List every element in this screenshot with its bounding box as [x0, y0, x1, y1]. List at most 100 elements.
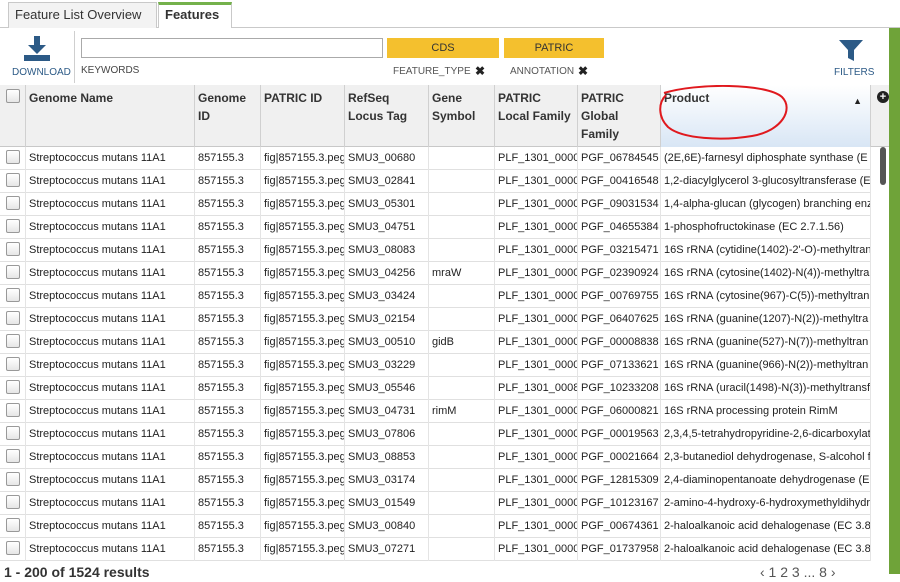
cell-genome-name: Streptococcus mutans 11A1	[26, 147, 195, 170]
filter-chip-patric[interactable]: PATRIC	[504, 38, 604, 58]
add-column-icon[interactable]: +	[877, 91, 889, 103]
row-checkbox[interactable]	[6, 449, 20, 463]
table-row[interactable]: Streptococcus mutans 11A1 857155.3 fig|857…	[0, 262, 871, 285]
column-header-product[interactable]: Product ▲	[661, 85, 871, 147]
cell-product: 1,4-alpha-glucan (glycogen) branching en…	[661, 193, 871, 216]
cell-product: 16S rRNA (uracil(1498)-N(3))-methyltrans…	[661, 377, 871, 400]
table-row[interactable]: Streptococcus mutans 11A1 857155.3 fig|857…	[0, 193, 871, 216]
column-header-patric-global-family[interactable]: PATRIC Global Family	[578, 85, 661, 147]
select-all-checkbox[interactable]	[6, 89, 20, 103]
cell-genome-name: Streptococcus mutans 11A1	[26, 216, 195, 239]
cell-patric-id: fig|857155.3.peg	[261, 469, 345, 492]
table-row[interactable]: Streptococcus mutans 11A1 857155.3 fig|857…	[0, 285, 871, 308]
row-checkbox[interactable]	[6, 495, 20, 509]
cell-refseq-locus-tag: SMU3_02841	[345, 170, 429, 193]
vertical-scrollbar[interactable]	[877, 147, 889, 574]
cell-refseq-locus-tag: SMU3_08083	[345, 239, 429, 262]
keywords-input[interactable]	[81, 38, 383, 58]
cell-gene-symbol	[429, 354, 495, 377]
table-row[interactable]: Streptococcus mutans 11A1 857155.3 fig|857…	[0, 446, 871, 469]
cell-patric-local-family: PLF_1301_0000	[495, 262, 578, 285]
cell-patric-id: fig|857155.3.peg	[261, 354, 345, 377]
scrollbar-thumb[interactable]	[880, 147, 886, 185]
cell-product: 1-phosphofructokinase (EC 2.7.1.56)	[661, 216, 871, 239]
row-checkbox[interactable]	[6, 426, 20, 440]
tab-features[interactable]: Features	[158, 2, 232, 29]
filters-label[interactable]: FILTERS	[834, 67, 874, 78]
row-checkbox[interactable]	[6, 541, 20, 555]
table-row[interactable]: Streptococcus mutans 11A1 857155.3 fig|857…	[0, 354, 871, 377]
cell-product: 2,3-butanediol dehydrogenase, S-alcohol …	[661, 446, 871, 469]
row-checkbox[interactable]	[6, 472, 20, 486]
table-row[interactable]: Streptococcus mutans 11A1 857155.3 fig|857…	[0, 377, 871, 400]
table-row[interactable]: Streptococcus mutans 11A1 857155.3 fig|857…	[0, 216, 871, 239]
cell-gene-symbol: gidB	[429, 331, 495, 354]
column-header-patric-local-family[interactable]: PATRIC Local Family	[495, 85, 578, 147]
pagination[interactable]: ‹ 1 2 3 ... 8 ›	[760, 564, 835, 580]
cell-genome-id: 857155.3	[195, 262, 261, 285]
cell-product: 16S rRNA processing protein RimM	[661, 400, 871, 423]
row-checkbox[interactable]	[6, 173, 20, 187]
row-checkbox[interactable]	[6, 518, 20, 532]
column-header-gene-symbol[interactable]: Gene Symbol	[429, 85, 495, 147]
table-row[interactable]: Streptococcus mutans 11A1 857155.3 fig|857…	[0, 331, 871, 354]
cell-genome-id: 857155.3	[195, 515, 261, 538]
cell-genome-id: 857155.3	[195, 423, 261, 446]
row-checkbox[interactable]	[6, 219, 20, 233]
tab-feature-list-overview[interactable]: Feature List Overview	[8, 2, 157, 28]
cell-gene-symbol	[429, 515, 495, 538]
row-checkbox[interactable]	[6, 196, 20, 210]
column-header-patric-id[interactable]: PATRIC ID	[261, 85, 345, 147]
cell-patric-local-family: PLF_1301_0000	[495, 400, 578, 423]
table-row[interactable]: Streptococcus mutans 11A1 857155.3 fig|857…	[0, 538, 871, 561]
column-header-refseq-locus-tag[interactable]: RefSeq Locus Tag	[345, 85, 429, 147]
column-header-genome-name[interactable]: Genome Name	[26, 85, 195, 147]
table-row[interactable]: Streptococcus mutans 11A1 857155.3 fig|857…	[0, 469, 871, 492]
cell-patric-local-family: PLF_1301_0000	[495, 193, 578, 216]
row-checkbox[interactable]	[6, 334, 20, 348]
cell-genome-name: Streptococcus mutans 11A1	[26, 354, 195, 377]
remove-filter-annotation-icon[interactable]: ✖	[578, 64, 588, 78]
download-icon[interactable]	[22, 35, 52, 63]
grid-header: Genome Name Genome ID PATRIC ID RefSeq L…	[0, 85, 889, 147]
row-select-cell	[0, 400, 26, 423]
row-checkbox[interactable]	[6, 380, 20, 394]
cell-patric-global-family: PGF_00019563	[578, 423, 661, 446]
cell-patric-global-family: PGF_03215471	[578, 239, 661, 262]
cell-genome-name: Streptococcus mutans 11A1	[26, 239, 195, 262]
filter-chip-cds[interactable]: CDS	[387, 38, 499, 58]
row-checkbox[interactable]	[6, 357, 20, 371]
table-row[interactable]: Streptococcus mutans 11A1 857155.3 fig|857…	[0, 423, 871, 446]
column-header-genome-id[interactable]: Genome ID	[195, 85, 261, 147]
cell-gene-symbol: mraW	[429, 262, 495, 285]
row-checkbox[interactable]	[6, 150, 20, 164]
row-checkbox[interactable]	[6, 242, 20, 256]
cell-patric-id: fig|857155.3.peg	[261, 400, 345, 423]
table-row[interactable]: Streptococcus mutans 11A1 857155.3 fig|857…	[0, 492, 871, 515]
row-select-cell	[0, 469, 26, 492]
row-checkbox[interactable]	[6, 265, 20, 279]
table-row[interactable]: Streptococcus mutans 11A1 857155.3 fig|857…	[0, 400, 871, 423]
row-checkbox[interactable]	[6, 311, 20, 325]
row-checkbox[interactable]	[6, 288, 20, 302]
filter-chip-label-annotation: ANNOTATION	[510, 66, 575, 77]
table-row[interactable]: Streptococcus mutans 11A1 857155.3 fig|857…	[0, 515, 871, 538]
table-row[interactable]: Streptococcus mutans 11A1 857155.3 fig|857…	[0, 308, 871, 331]
table-row[interactable]: Streptococcus mutans 11A1 857155.3 fig|857…	[0, 147, 871, 170]
cell-gene-symbol	[429, 492, 495, 515]
cell-patric-id: fig|857155.3.peg	[261, 538, 345, 561]
sort-ascending-icon[interactable]: ▲	[853, 92, 862, 110]
cell-refseq-locus-tag: SMU3_07271	[345, 538, 429, 561]
cell-patric-global-family: PGF_02390924	[578, 262, 661, 285]
table-row[interactable]: Streptococcus mutans 11A1 857155.3 fig|857…	[0, 170, 871, 193]
cell-patric-id: fig|857155.3.peg	[261, 239, 345, 262]
row-checkbox[interactable]	[6, 403, 20, 417]
cell-product: 2,4-diaminopentanoate dehydrogenase (E	[661, 469, 871, 492]
download-label[interactable]: DOWNLOAD	[12, 67, 71, 78]
remove-filter-feature-type-icon[interactable]: ✖	[475, 64, 485, 78]
cell-refseq-locus-tag: SMU3_03229	[345, 354, 429, 377]
table-row[interactable]: Streptococcus mutans 11A1 857155.3 fig|857…	[0, 239, 871, 262]
cell-genome-id: 857155.3	[195, 492, 261, 515]
cell-genome-id: 857155.3	[195, 446, 261, 469]
funnel-icon[interactable]	[838, 39, 864, 63]
